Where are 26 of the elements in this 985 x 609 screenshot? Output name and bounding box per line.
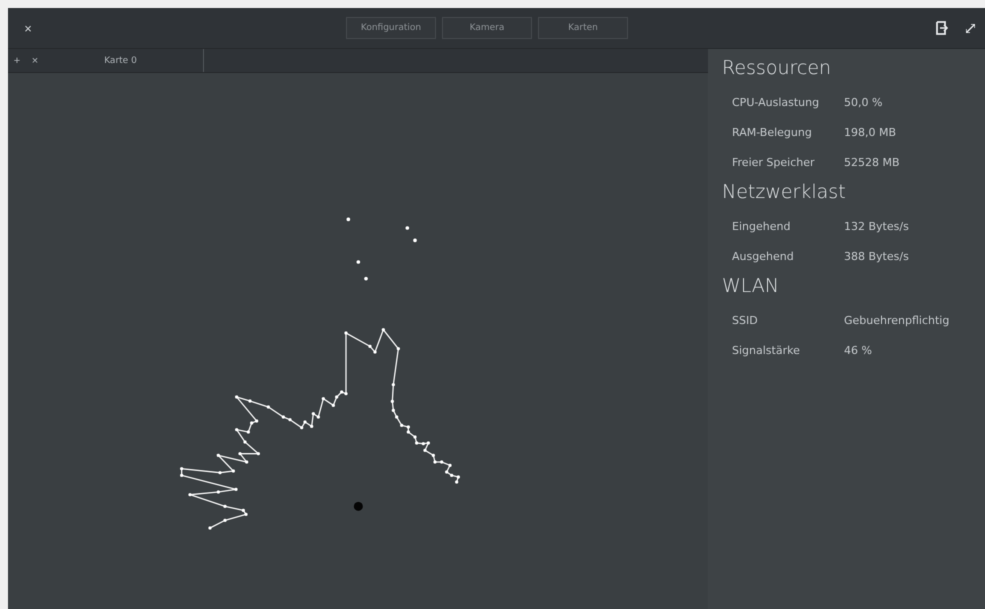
row-label: Ausgehend bbox=[732, 250, 795, 262]
section-title: Ressourcen bbox=[722, 57, 832, 79]
row-label: CPU-Auslastung bbox=[732, 96, 820, 108]
tab[interactable]: Konfiguration bbox=[346, 17, 436, 39]
row-value: 388 Bytes/s bbox=[844, 250, 910, 262]
row-value: 198,0 MB bbox=[844, 126, 898, 138]
row-value: 50,0 % bbox=[844, 96, 884, 108]
row-label: SSID bbox=[732, 314, 759, 326]
row-value: 132 Bytes/s bbox=[844, 220, 910, 232]
row-value: 46 % bbox=[844, 344, 873, 356]
exit-icon[interactable] bbox=[936, 21, 948, 35]
row-value: Gebuehrenpflichtig bbox=[844, 314, 950, 326]
robot-marker bbox=[354, 502, 363, 511]
section-title: Netzwerklast bbox=[722, 181, 847, 203]
row-value: 52528 MB bbox=[844, 156, 901, 168]
tab[interactable]: Kamera bbox=[442, 17, 532, 39]
close-tab-button[interactable]: × bbox=[26, 54, 44, 66]
section-title: WLAN bbox=[722, 275, 780, 297]
row-label: RAM-Belegung bbox=[732, 126, 813, 138]
close-button[interactable]: × bbox=[18, 20, 38, 36]
row-label: Signalstärke bbox=[732, 344, 801, 356]
tab[interactable]: Karten bbox=[538, 17, 628, 39]
row-label: Eingehend bbox=[732, 220, 792, 232]
add-button[interactable]: + bbox=[8, 54, 26, 66]
row-label: Freier Speicher bbox=[732, 156, 816, 168]
expand-icon[interactable] bbox=[966, 24, 975, 32]
